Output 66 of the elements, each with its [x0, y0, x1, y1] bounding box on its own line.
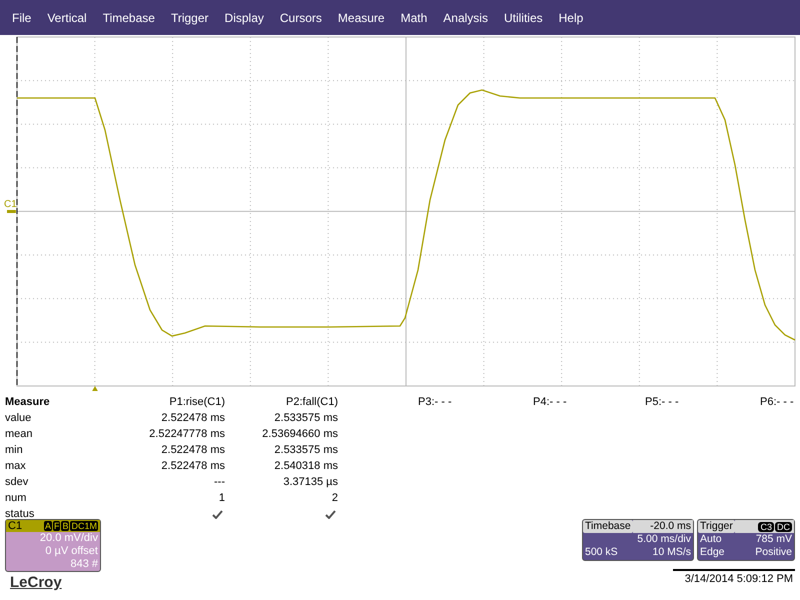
parameter-header[interactable]: P4:- - - [533, 396, 645, 408]
row-label: max [5, 460, 27, 472]
sample-count: 500 kS [584, 546, 619, 559]
panel-title: Timebase [583, 520, 633, 533]
table-cell: 3.37135 µs [283, 476, 338, 488]
trigger-badge: DC [775, 522, 792, 532]
menu-item[interactable]: Utilities [496, 10, 551, 24]
row-label: num [5, 492, 28, 504]
menu-item[interactable]: Help [550, 10, 592, 24]
row-label: sdev [5, 476, 30, 488]
row-label: min [5, 444, 24, 456]
table-cell: 2.52247778 ms [149, 428, 225, 440]
sample-rate: 10 MS/s [651, 546, 692, 559]
parameter-header[interactable]: P1:rise(C1) [169, 396, 225, 408]
table-cell: 2 [332, 492, 338, 504]
parameter-header[interactable]: P5:- - - [645, 396, 760, 408]
table-cell: 2.522478 ms [161, 444, 225, 456]
menu-item[interactable]: Measure [330, 10, 393, 24]
menu-item[interactable]: Vertical [39, 10, 95, 24]
channel-setting: 20.0 mV/div [38, 532, 99, 545]
menu-item[interactable]: Math [392, 10, 436, 24]
channel-name: C1 [8, 520, 22, 532]
trigger-mode: Auto [699, 533, 723, 546]
menu-item[interactable]: Timebase [94, 10, 163, 24]
channel-badge: A [44, 521, 52, 531]
channel-marker-label: C1 [4, 199, 17, 210]
menu-item[interactable]: Analysis [435, 10, 496, 24]
timebase-panel[interactable]: Timebase -20.0 ms 5.00 ms/div 500 kS 10 MS/s [582, 519, 694, 561]
channel-setting: 843 # [69, 558, 99, 571]
channel-badge: DC1M [70, 521, 98, 531]
table-cell: 2.533575 ms [274, 444, 338, 456]
channel-badge: F [52, 521, 60, 531]
table-cell: 2.540318 ms [274, 460, 338, 472]
table-cell: 2.522478 ms [161, 460, 225, 472]
measure-title: Measure [5, 396, 51, 408]
trigger-panel[interactable]: Trigger C3 DC Auto 785 mV Edge Positive [697, 519, 795, 561]
parameter-header[interactable]: P3:- - - [418, 396, 533, 408]
row-label: value [5, 412, 32, 424]
menu-item[interactable]: Cursors [272, 10, 330, 24]
timestamp: 3/14/2014 5:09:12 PM [672, 569, 795, 586]
menu-item[interactable]: Display [216, 10, 272, 24]
trigger-slope: Positive [754, 546, 793, 559]
channel-marker-icon [7, 210, 16, 213]
trigger-type: Edge [699, 546, 726, 559]
table-cell: 2.522478 ms [161, 412, 225, 424]
table-cell: --- [214, 476, 225, 488]
trigger-badge: C3 [758, 522, 774, 532]
checkmark-icon [325, 510, 336, 518]
table-cell: 2.533575 ms [274, 412, 338, 424]
parameter-header[interactable]: P6:- - - [760, 396, 800, 408]
table-cell: 2.53694660 ms [262, 428, 338, 440]
logo: LeCroy [10, 574, 62, 591]
channel-panel[interactable]: C1 A F B DC1M 20.0 mV/div 0 µV offset 843 # [5, 519, 101, 572]
parameter-header[interactable]: P2:fall(C1) [286, 396, 338, 408]
checkmark-icon [212, 510, 223, 518]
timebase-delay: -20.0 ms [632, 520, 693, 533]
menu-item[interactable]: Trigger [162, 10, 217, 24]
menu-item[interactable]: File [4, 10, 40, 24]
channel-badge: B [61, 521, 70, 531]
row-label: mean [5, 428, 34, 440]
row-label: status [5, 508, 36, 520]
table-cell: 1 [218, 492, 225, 504]
channel-setting: 0 µV offset [44, 545, 99, 558]
trigger-level: 785 mV [754, 533, 793, 546]
panel-title: Trigger [698, 520, 735, 533]
timebase-scale: 5.00 ms/div [636, 533, 692, 546]
